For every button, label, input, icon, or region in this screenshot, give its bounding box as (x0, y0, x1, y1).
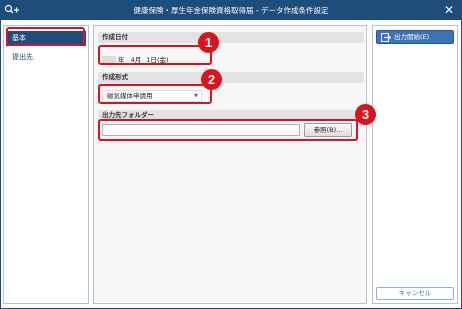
cancel-button[interactable]: キャンセル (376, 287, 454, 300)
close-icon[interactable]: ✕ (440, 1, 458, 19)
callout-badge-2: 2 (201, 69, 222, 90)
export-icon (381, 33, 391, 42)
section-title-format: 作成形式 (98, 72, 364, 83)
start-output-button[interactable]: 出力開始(E) (376, 30, 454, 44)
sidebar: 基本 提出先 (3, 25, 89, 304)
start-output-label: 出力開始(E) (394, 33, 430, 41)
highlight-box-date (98, 45, 212, 65)
sidebar-item-destination[interactable]: 提出先 (6, 50, 86, 65)
window-title: 健康保険・厚生年金保険資格取得届 - データ作成条件設定 (133, 6, 329, 15)
highlight-box-format (98, 84, 212, 104)
highlight-box-folder (98, 119, 358, 141)
settings-panel: 作成日付 年 4月 1日(金) 作成形式 磁気媒体申請用 ▼ 出力先フォルダー … (93, 25, 367, 304)
section-title-date: 作成日付 (98, 32, 364, 43)
callout-badge-3: 3 (355, 104, 376, 125)
search-add-icon (4, 4, 19, 14)
action-panel: 出力開始(E) キャンセル (372, 25, 458, 304)
title-bar: 健康保険・厚生年金保険資格取得届 - データ作成条件設定 ✕ (0, 0, 462, 20)
highlight-box-1 (6, 27, 85, 46)
callout-badge-1: 1 (198, 32, 219, 53)
